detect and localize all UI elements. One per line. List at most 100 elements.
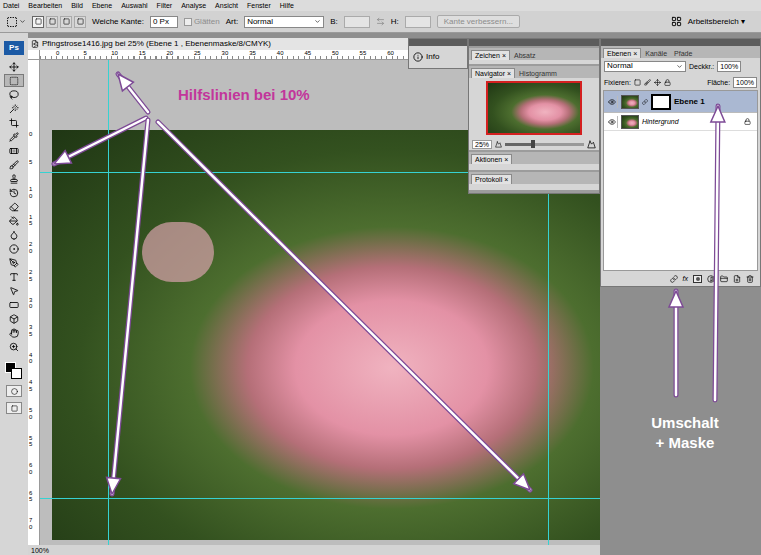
height-input[interactable] bbox=[405, 16, 431, 28]
tool-button[interactable] bbox=[4, 312, 24, 325]
checkbox-box[interactable] bbox=[184, 18, 192, 26]
tab-close[interactable]: × bbox=[633, 50, 637, 57]
tool-button[interactable] bbox=[4, 214, 24, 227]
tool-button[interactable] bbox=[4, 326, 24, 339]
menu-item[interactable]: Bearbeiten bbox=[28, 2, 62, 9]
blend-mode-select[interactable]: Normal bbox=[604, 61, 686, 72]
tab-close[interactable]: × bbox=[507, 70, 511, 77]
tool-button[interactable] bbox=[4, 228, 24, 241]
selection-mode-button[interactable] bbox=[74, 16, 86, 28]
layer-row[interactable]: Hintergrund bbox=[604, 113, 757, 131]
tool-button[interactable] bbox=[4, 60, 24, 73]
selection-mode-button[interactable] bbox=[32, 16, 44, 28]
tool-button[interactable] bbox=[4, 270, 24, 283]
layer-row[interactable]: Ebene 1 bbox=[604, 91, 757, 113]
zoom-slider-thumb[interactable] bbox=[531, 140, 535, 148]
menu-item[interactable]: Analyse bbox=[181, 2, 206, 9]
blend-row: NormalDeckkr.:100% bbox=[601, 58, 760, 74]
menu-item[interactable]: Ebene bbox=[92, 2, 112, 9]
workspace-menu[interactable]: Arbeitsbereich ▾ bbox=[688, 18, 745, 26]
antialias-checkbox[interactable]: Glätten bbox=[184, 18, 220, 26]
lock-position-icon[interactable] bbox=[654, 79, 661, 86]
bridge-icon[interactable] bbox=[671, 16, 682, 27]
panel-tab[interactable]: Pfade bbox=[671, 48, 695, 58]
tool-button[interactable] bbox=[4, 88, 24, 101]
new-group-icon[interactable] bbox=[720, 275, 728, 283]
actions-panel: Aktionen× bbox=[469, 152, 599, 170]
screen-mode-button[interactable] bbox=[6, 402, 22, 414]
navigator-thumbnail[interactable] bbox=[486, 81, 582, 135]
tool-button[interactable] bbox=[4, 242, 24, 255]
link-layers-icon[interactable] bbox=[670, 275, 678, 283]
menu-item[interactable]: Hilfe bbox=[280, 2, 294, 9]
style-select[interactable]: Normal bbox=[244, 16, 324, 28]
lock-all-icon[interactable] bbox=[664, 79, 671, 86]
layer-mask-thumbnail[interactable] bbox=[651, 94, 671, 110]
swap-icon[interactable] bbox=[376, 17, 385, 26]
quick-mask-button[interactable] bbox=[6, 385, 22, 397]
panel-tab[interactable]: Ebenen× bbox=[603, 48, 641, 58]
tool-button[interactable] bbox=[4, 186, 24, 199]
menu-item[interactable]: Bild bbox=[71, 2, 83, 9]
ruler-number: 35 bbox=[29, 324, 35, 337]
feather-input[interactable]: 0 Px bbox=[150, 16, 178, 28]
tab-close[interactable]: × bbox=[504, 156, 508, 163]
zoom-in-icon[interactable] bbox=[587, 140, 596, 149]
panel-tab[interactable]: Navigator× bbox=[471, 68, 515, 78]
tool-preset[interactable] bbox=[6, 16, 26, 28]
tool-button[interactable] bbox=[4, 200, 24, 213]
tool-button[interactable] bbox=[4, 298, 24, 311]
tool-icon bbox=[9, 104, 19, 114]
panel-tab[interactable]: Kanäle bbox=[642, 48, 670, 58]
tool-button[interactable] bbox=[4, 340, 24, 353]
selection-mode-button[interactable] bbox=[60, 16, 72, 28]
panel-tab[interactable]: Aktionen× bbox=[471, 154, 512, 164]
opacity-field[interactable]: 100% bbox=[717, 61, 741, 72]
tool-button[interactable] bbox=[4, 256, 24, 269]
panel-tab[interactable]: Absatz bbox=[511, 50, 538, 60]
menu-item[interactable]: Datei bbox=[3, 2, 19, 9]
width-input[interactable] bbox=[344, 16, 370, 28]
color-swatches[interactable] bbox=[4, 362, 24, 380]
lock-pixels-icon[interactable] bbox=[644, 79, 651, 86]
add-mask-button[interactable] bbox=[693, 275, 702, 283]
refine-edge-button[interactable]: Kante verbessern... bbox=[437, 15, 520, 28]
panel-tab[interactable]: Zeichen× bbox=[471, 50, 510, 60]
zoom-out-icon[interactable] bbox=[495, 141, 502, 148]
menu-item[interactable]: Ansicht bbox=[215, 2, 238, 9]
info-icon[interactable] bbox=[413, 52, 423, 62]
adjustment-layer-icon[interactable] bbox=[707, 275, 715, 283]
menu-item[interactable]: Filter bbox=[157, 2, 173, 9]
zoom-slider[interactable] bbox=[505, 143, 584, 146]
mask-link-icon[interactable] bbox=[642, 99, 648, 105]
new-layer-icon[interactable] bbox=[733, 275, 741, 283]
tab-close[interactable]: × bbox=[502, 52, 506, 59]
tool-button[interactable] bbox=[4, 158, 24, 171]
tool-button[interactable] bbox=[4, 284, 24, 297]
feather-label: Weiche Kante: bbox=[92, 18, 144, 26]
fill-field[interactable]: 100% bbox=[733, 77, 757, 88]
delete-layer-icon[interactable] bbox=[746, 275, 754, 283]
panel-tab[interactable]: Histogramm bbox=[516, 68, 560, 78]
menu-item[interactable]: Fenster bbox=[247, 2, 271, 9]
tool-button[interactable] bbox=[4, 172, 24, 185]
visibility-eye-icon[interactable] bbox=[608, 98, 616, 106]
background-color[interactable] bbox=[11, 368, 22, 379]
tool-icon bbox=[9, 216, 19, 226]
tool-button[interactable] bbox=[4, 144, 24, 157]
ruler-number: 30 bbox=[29, 297, 35, 310]
tool-button[interactable] bbox=[4, 116, 24, 129]
ps-logo: Ps bbox=[4, 41, 24, 55]
layer-thumbnail bbox=[621, 115, 639, 129]
tab-close[interactable]: × bbox=[504, 176, 508, 183]
visibility-eye-icon[interactable] bbox=[608, 118, 616, 126]
zoom-field[interactable]: 25% bbox=[472, 140, 492, 149]
tool-button[interactable] bbox=[4, 102, 24, 115]
panel-tab[interactable]: Protokoll× bbox=[471, 174, 512, 184]
menu-item[interactable]: Auswahl bbox=[121, 2, 147, 9]
selection-mode-button[interactable] bbox=[46, 16, 58, 28]
tool-button[interactable] bbox=[4, 74, 24, 87]
lock-transparency-icon[interactable] bbox=[634, 79, 641, 86]
tool-button[interactable] bbox=[4, 130, 24, 143]
fx-button[interactable]: fx bbox=[683, 275, 688, 282]
